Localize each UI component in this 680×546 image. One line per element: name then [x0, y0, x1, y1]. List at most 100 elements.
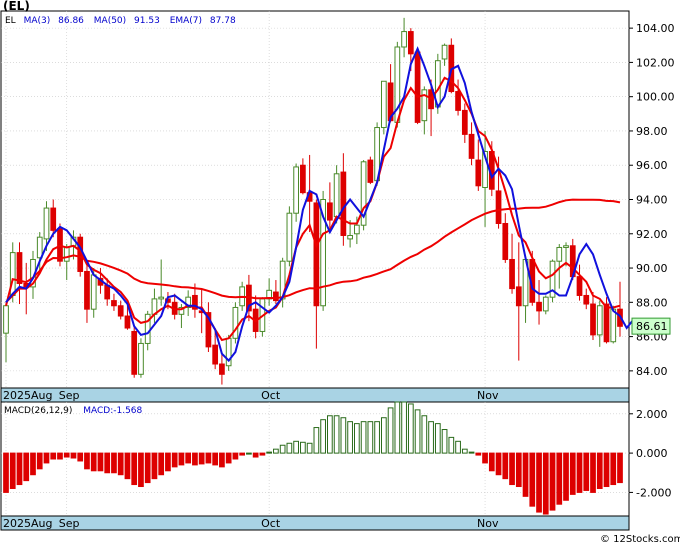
macd-bar-positive	[387, 407, 394, 454]
candle-up	[563, 245, 569, 248]
candle-down	[327, 202, 333, 221]
candle-down	[536, 301, 542, 312]
candle-down	[219, 363, 225, 375]
candle-down	[502, 222, 509, 260]
macd-bar-negative	[104, 452, 111, 474]
candle-down	[273, 291, 279, 302]
macd-bar-negative	[252, 452, 259, 458]
candle-down	[111, 300, 117, 307]
macd-bar-negative	[50, 452, 57, 460]
candle-up	[542, 296, 549, 312]
candle-down	[117, 305, 124, 317]
macd-x-axis-band	[0, 515, 630, 531]
macd-bar-positive	[306, 442, 313, 454]
macd-bar-positive	[394, 401, 401, 454]
macd-bar-positive	[455, 440, 461, 454]
macd-bar-negative	[522, 452, 529, 497]
macd-bar-negative	[536, 452, 542, 513]
macd-bar-negative	[205, 452, 212, 464]
candle-up	[596, 305, 603, 336]
macd-bar-negative	[16, 452, 23, 486]
candle-down	[576, 276, 583, 296]
macd-bar-positive	[286, 442, 293, 454]
candle-up	[43, 207, 50, 240]
macd-bar-negative	[549, 452, 556, 511]
macd-bar-positive	[421, 415, 428, 454]
candle-down	[50, 207, 57, 231]
macd-bar-negative	[502, 452, 509, 480]
candle-up	[232, 306, 239, 339]
candle-down	[414, 51, 421, 123]
macd-bar-positive	[401, 401, 407, 454]
legend-ma50-label: MA(50)	[94, 16, 126, 26]
macd-x-tick-label: Sep	[59, 517, 80, 530]
candle-down	[124, 315, 131, 329]
price-x-tick-label: Sep	[59, 389, 80, 402]
macd-bar-negative	[488, 452, 495, 472]
macd-bar-negative	[617, 452, 623, 484]
price-y-tick-label: 104.00	[636, 22, 675, 35]
candle-down	[300, 164, 306, 194]
macd-bar-negative	[70, 452, 77, 459]
macd-bar-positive	[461, 448, 468, 454]
macd-bar-negative	[192, 452, 198, 466]
macd-bar-positive	[266, 451, 273, 454]
macd-bar-positive	[333, 415, 340, 454]
macd-bar-negative	[185, 452, 192, 464]
macd-bar-positive	[414, 409, 421, 454]
candle-up	[63, 246, 70, 262]
legend-ma3-label: MA(3)	[24, 16, 51, 26]
macd-bar-negative	[259, 452, 266, 456]
macd-bar-positive	[320, 419, 326, 454]
macd-bar-positive	[407, 403, 414, 454]
candle-down	[407, 31, 414, 55]
macd-bar-positive	[327, 415, 333, 454]
candle-down	[583, 294, 590, 305]
candle-down	[515, 286, 522, 307]
macd-bar-negative	[219, 452, 225, 468]
legend-ma3-value: 86.86	[58, 16, 84, 26]
macd-bar-negative	[171, 452, 178, 468]
legend-ema7-label: EMA(7)	[170, 16, 202, 26]
macd-bar-negative	[9, 452, 16, 489]
candle-down	[104, 284, 111, 300]
candle-down	[367, 159, 374, 183]
candle-down	[212, 344, 219, 365]
price-y-tick-label: 84.00	[636, 365, 668, 378]
candle-down	[475, 159, 482, 187]
macd-bar-negative	[212, 452, 219, 466]
macd-bar-negative	[97, 452, 104, 472]
candle-up	[286, 212, 293, 262]
stock-chart: 84.0086.0088.0090.0092.0094.0096.0098.00…	[0, 0, 680, 545]
price-legend: EL MA(3) 86.86 MA(50) 91.53 EMA(7) 87.78	[5, 16, 236, 26]
candle-down	[340, 171, 347, 236]
macd-bar-positive	[340, 417, 347, 454]
macd-bar-negative	[583, 452, 590, 491]
symbol-label: (EL)	[3, 0, 30, 13]
macd-bar-positive	[468, 451, 475, 454]
candle-down	[455, 91, 461, 111]
macd-bar-negative	[111, 452, 117, 474]
candle-up	[401, 31, 407, 48]
price-y-tick-label: 94.00	[636, 194, 668, 207]
macd-bar-positive	[428, 421, 434, 454]
macd-bar-negative	[610, 452, 617, 486]
macd-bar-positive	[380, 417, 387, 454]
candle-down	[461, 109, 468, 135]
macd-title: MACD(26,12,9)	[4, 406, 72, 416]
macd-bar-negative	[165, 452, 171, 472]
macd-bar-negative	[569, 452, 576, 495]
macd-bar-positive	[353, 423, 360, 454]
price-y-tick-label: 98.00	[636, 125, 668, 138]
macd-x-tick-label: 2025Aug	[3, 517, 52, 530]
macd-bar-negative	[495, 452, 502, 476]
candle-down	[495, 190, 502, 224]
macd-bar-negative	[57, 452, 63, 460]
macd-bar-positive	[300, 441, 306, 454]
candle-up	[293, 166, 299, 214]
macd-bar-positive	[441, 429, 448, 454]
watermark: © 12Stocks.com	[600, 534, 680, 545]
price-y-tick-label: 88.00	[636, 296, 668, 309]
macd-bar-negative	[509, 452, 515, 486]
macd-y-axis: -2.000 0.000 2.000	[629, 408, 671, 499]
